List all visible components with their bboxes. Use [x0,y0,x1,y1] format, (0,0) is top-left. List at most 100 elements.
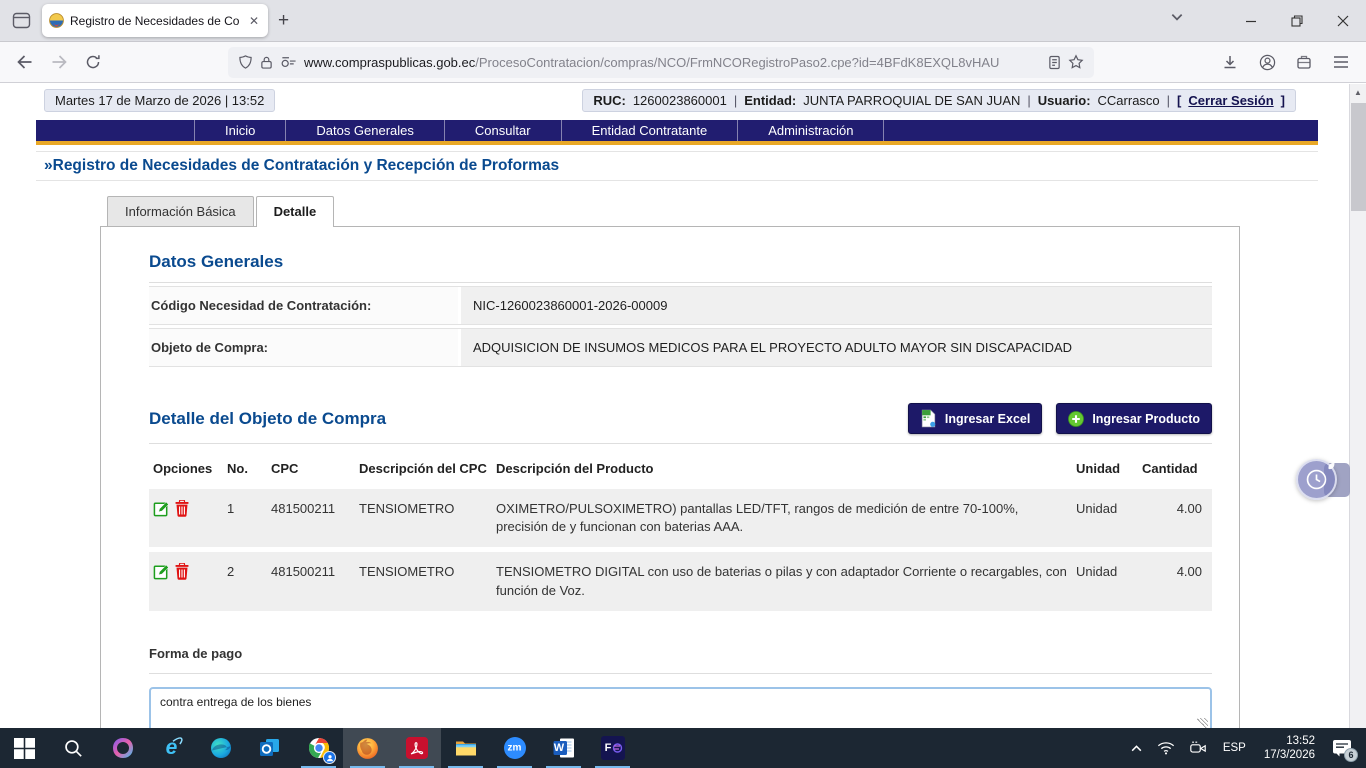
cell-cantidad: 4.00 [1138,489,1212,547]
zoom-glyph: zm [508,743,522,754]
window-close-button[interactable] [1320,0,1366,42]
taskbar-outlook[interactable] [245,728,294,768]
datos-generales-rows: Código Necesidad de Contratación:NIC-126… [149,286,1212,367]
taskbar-copilot[interactable] [98,728,147,768]
shield-icon[interactable] [238,54,253,70]
taskbar-apps: e zm W F [0,728,637,768]
dg-row-value: NIC-1260023860001-2026-00009 [461,287,1212,324]
extensions-icon[interactable] [1289,47,1319,77]
nav-item-administracion[interactable]: Administración [737,120,884,141]
nav-item-entidad-contratante[interactable]: Entidad Contratante [561,120,738,141]
taskbar-firma-ec[interactable]: F [588,728,637,768]
url-bar[interactable]: www.compraspublicas.gob.ec/ProcesoContra… [228,47,1094,78]
notifications-icon[interactable]: 6 [1324,728,1366,768]
tab-detalle[interactable]: Detalle [256,196,335,227]
taskbar-acrobat[interactable] [392,728,441,768]
entity-label: Entidad: [744,93,796,108]
taskbar-start[interactable] [0,728,49,768]
firefox-view-icon[interactable] [6,6,36,36]
dg-row-label: Objeto de Compra: [149,329,461,366]
taskbar-zoom[interactable]: zm [490,728,539,768]
page-scrollbar[interactable]: ▲ [1349,84,1366,728]
menu-icon[interactable] [1326,47,1356,77]
tab-close-icon[interactable]: ✕ [247,13,261,29]
reader-view-icon[interactable] [1048,55,1061,70]
clock-date[interactable]: 13:52 17/3/2026 [1255,734,1324,762]
taskbar-edge[interactable] [196,728,245,768]
nav-item-consultar[interactable]: Consultar [444,120,561,141]
language-indicator[interactable]: ESP [1214,742,1255,754]
downloads-icon[interactable] [1215,47,1245,77]
word-glyph: W [554,742,564,754]
taskbar-file-explorer[interactable] [441,728,490,768]
add-icon [1068,411,1084,427]
column-header-cpc: CPC [267,457,355,484]
scroll-up-icon[interactable]: ▲ [1350,84,1366,101]
site-favicon [49,13,64,28]
new-tab-button[interactable]: + [278,10,289,32]
internet-explorer-glyph: e [166,736,178,760]
ingresar-producto-button[interactable]: Ingresar Producto [1056,403,1212,434]
nav-item-datos-generales[interactable]: Datos Generales [285,120,444,141]
taskbar-internet-explorer[interactable]: e [147,728,196,768]
column-header-unidad: Unidad [1072,457,1138,484]
cell-cpc-desc: TENSIOMETRO [355,552,492,610]
floating-clock-widget[interactable] [1296,459,1352,501]
meet-now-icon[interactable] [1182,728,1214,768]
bookmark-star-icon[interactable] [1068,54,1084,70]
dg-row-label: Código Necesidad de Contratación: [149,287,461,324]
taskbar-search[interactable] [49,728,98,768]
edit-row-button[interactable] [153,500,170,517]
browser-toolbar: www.compraspublicas.gob.ec/ProcesoContra… [0,42,1366,83]
back-icon[interactable] [10,47,40,77]
forward-icon[interactable] [44,47,74,77]
permissions-icon[interactable] [280,55,297,69]
wifi-icon[interactable] [1150,728,1182,768]
delete-row-button[interactable] [175,500,189,517]
list-tabs-chevron-icon[interactable] [1170,10,1184,27]
excel-file-icon [920,409,937,428]
datetime-box: Martes 17 de Marzo de 2026 | 13:52 [44,89,275,112]
cell-cpc-desc: TENSIOMETRO [355,489,492,547]
cell-no: 2 [223,552,267,610]
tab-title: Registro de Necesidades de Co [70,14,241,28]
main-navigation: InicioDatos GeneralesConsultarEntidad Co… [36,120,1318,145]
taskbar-word[interactable]: W [539,728,588,768]
scrollbar-thumb[interactable] [1351,103,1366,211]
ingresar-excel-button[interactable]: Ingresar Excel [908,403,1042,434]
tab-informacion-basica[interactable]: Información Básica [107,196,254,226]
detalle-heading: Detalle del Objeto de Compra [149,409,386,429]
firma-ec-glyph: F [605,742,612,754]
window-restore-button[interactable] [1274,0,1320,42]
forma-pago-textarea[interactable]: contra entrega de los bienes [149,687,1212,728]
datos-generales-heading: Datos Generales [149,252,1212,283]
cell-cpc: 481500211 [267,489,355,547]
row-options-cell [149,552,223,610]
user-session-box: RUC: 1260023860001 | Entidad: JUNTA PARR… [582,89,1296,112]
user-value: CCarrasco [1098,93,1160,108]
dg-row-value: ADQUISICION DE INSUMOS MEDICOS PARA EL P… [461,329,1212,366]
row-options-cell [149,489,223,547]
window-minimize-button[interactable] [1228,0,1274,42]
tray-chevron-up-icon[interactable] [1123,728,1150,768]
taskbar-chrome[interactable] [294,728,343,768]
browser-tab[interactable]: Registro de Necesidades de Co ✕ [42,4,268,37]
dg-row: Objeto de Compra:ADQUISICION DE INSUMOS … [149,328,1212,367]
taskbar-firefox[interactable] [343,728,392,768]
url-path: /ProcesoContratacion/compras/NCO/FrmNCOR… [475,55,999,70]
delete-row-button[interactable] [175,563,189,580]
reload-icon[interactable] [78,47,108,77]
tray-time: 13:52 [1264,734,1315,748]
logout-link[interactable]: Cerrar Sesión [1188,93,1273,108]
account-icon[interactable] [1252,47,1282,77]
page-title-bar: »Registro de Necesidades de Contratación… [36,151,1318,181]
nav-item-inicio[interactable]: Inicio [194,120,285,141]
column-header-opciones: Opciones [149,457,223,484]
column-header-cantidad: Cantidad [1138,457,1212,484]
ruc-label: RUC: [593,93,626,108]
column-header-descripcion-del-producto: Descripción del Producto [492,457,1072,484]
cell-unidad: Unidad [1072,489,1138,547]
edit-row-button[interactable] [153,563,170,580]
system-tray: ESP 13:52 17/3/2026 6 [1123,728,1366,768]
lock-icon[interactable] [260,55,273,70]
